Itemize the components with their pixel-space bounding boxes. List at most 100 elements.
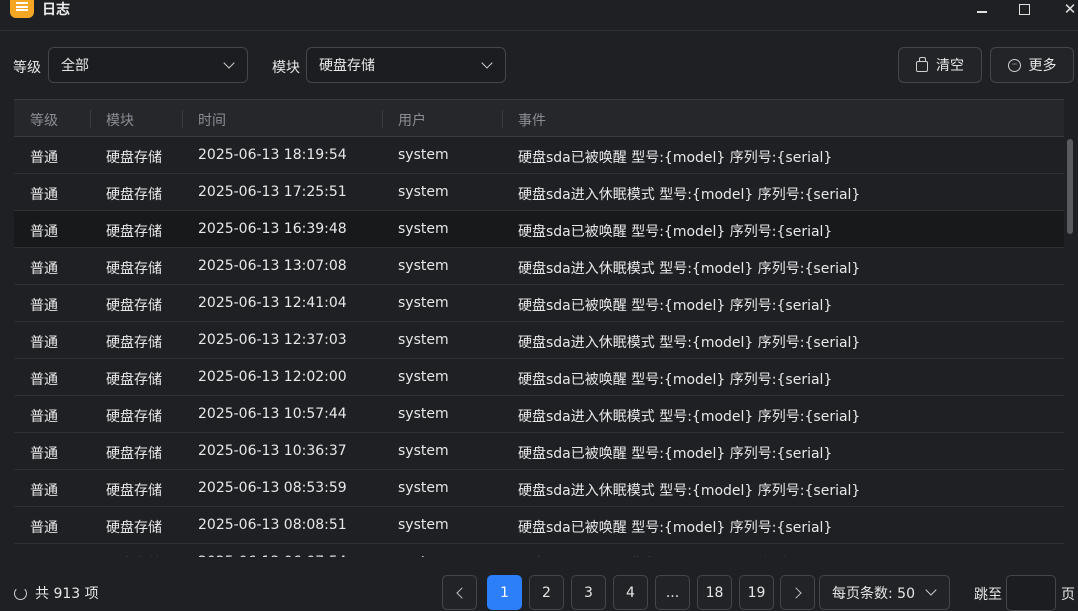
cell-user: system — [398, 184, 449, 200]
cell-module: 硬盘存储 — [106, 483, 162, 499]
column-divider — [90, 110, 91, 128]
page-size-value: 每页条数: 50 — [832, 585, 915, 602]
cell-user: system — [398, 295, 449, 311]
total-count: 共 913 项 — [14, 583, 99, 603]
page-size-select[interactable]: 每页条数: 50 — [819, 575, 950, 610]
column-header-event[interactable]: 事件 — [518, 110, 546, 130]
level-filter-select[interactable]: 全部 — [48, 47, 248, 83]
cell-time: 2025-06-13 08:53:59 — [198, 480, 347, 496]
more-button[interactable]: ··· 更多 — [990, 47, 1074, 83]
title-bar: 日志 ✕ — [0, 0, 1078, 18]
cell-user: system — [398, 258, 449, 274]
cell-level: 普通 — [30, 520, 58, 536]
table-row[interactable]: 普通 硬盘存储 2025-06-13 18:19:54 system 硬盘sda已被唤醒… — [14, 137, 1064, 174]
cell-event: 硬盘sda已被唤醒 型号:{model} 序列号:{serial} — [518, 150, 833, 166]
cell-time: 2025-06-13 12:02:00 — [198, 369, 347, 385]
cell-user: system — [398, 480, 449, 496]
cell-level: 普通 — [30, 261, 58, 277]
clear-button-label: 清空 — [936, 58, 964, 74]
cell-level: 普通 — [30, 150, 58, 166]
cell-user: system — [398, 332, 449, 348]
page-button-19[interactable]: 19 — [739, 575, 774, 610]
chevron-left-icon — [455, 586, 468, 599]
page-ellipsis[interactable]: ... — [655, 575, 690, 610]
table-row[interactable]: 普通 硬盘存储 2025-06-13 12:41:04 system 硬盘sda已被唤醒… — [14, 285, 1064, 322]
level-filter-label: 等级 — [13, 60, 41, 76]
cell-time: 2025-06-13 06:07:54 — [198, 554, 347, 557]
cell-user: system — [398, 147, 449, 163]
table-row[interactable]: 普通 硬盘存储 2025-06-13 10:57:44 system 硬盘sda进入休眠… — [14, 396, 1064, 433]
cell-level: 普通 — [30, 409, 58, 425]
table-row[interactable]: 普通 硬盘存储 2025-06-13 12:37:03 system 硬盘sda进入休眠… — [14, 322, 1064, 359]
table-row[interactable]: 普通 硬盘存储 2025-06-13 08:53:59 system 硬盘sda进入休眠… — [14, 470, 1064, 507]
cell-time: 2025-06-13 12:41:04 — [198, 295, 347, 311]
cell-module: 硬盘存储 — [106, 298, 162, 314]
cell-module: 硬盘存储 — [106, 520, 162, 536]
page-button-3[interactable]: 3 — [571, 575, 606, 610]
table-row[interactable]: 普通 硬盘存储 2025-06-13 06:07:54 system 硬盘sda进入休眠… — [14, 544, 1064, 557]
minimize-icon — [977, 11, 987, 13]
table-row[interactable]: 普通 硬盘存储 2025-06-13 12:02:00 system 硬盘sda已被唤醒… — [14, 359, 1064, 396]
cell-level: 普通 — [30, 483, 58, 499]
table-row[interactable]: 普通 硬盘存储 2025-06-13 13:07:08 system 硬盘sda进入休眠… — [14, 248, 1064, 285]
module-filter-label: 模块 — [272, 60, 300, 76]
table-header: 等级 模块 时间 用户 事件 — [14, 99, 1064, 137]
cell-module: 硬盘存储 — [106, 372, 162, 388]
scrollbar-thumb[interactable] — [1067, 139, 1073, 234]
maximize-icon — [1018, 3, 1030, 15]
cell-module: 硬盘存储 — [106, 150, 162, 166]
page-button-18[interactable]: 18 — [697, 575, 732, 610]
cell-time: 2025-06-13 10:57:44 — [198, 406, 347, 422]
clear-button[interactable]: 清空 — [898, 47, 982, 83]
maximize-button[interactable] — [1012, 0, 1036, 19]
cell-level: 普通 — [30, 335, 58, 351]
column-header-user[interactable]: 用户 — [398, 110, 426, 130]
cell-user: system — [398, 554, 449, 557]
table-row[interactable]: 普通 硬盘存储 2025-06-13 08:08:51 system 硬盘sda已被唤醒… — [14, 507, 1064, 544]
prev-page-button[interactable] — [442, 575, 477, 610]
chevron-down-icon — [223, 57, 235, 69]
table-row[interactable]: 普通 硬盘存储 2025-06-13 17:25:51 system 硬盘sda进入休眠… — [14, 174, 1064, 211]
titlebar-divider — [0, 30, 1078, 31]
column-divider — [382, 110, 383, 128]
cell-event: 硬盘sda进入休眠模式 型号:{model} 序列号:{serial} — [518, 409, 861, 425]
cell-event: 硬盘sda进入休眠模式 型号:{model} 序列号:{serial} — [518, 483, 861, 499]
cell-level: 普通 — [30, 554, 58, 557]
module-filter-select[interactable]: 硬盘存储 — [306, 47, 506, 83]
close-button[interactable]: ✕ — [1058, 0, 1078, 19]
cell-event: 硬盘sda已被唤醒 型号:{model} 序列号:{serial} — [518, 224, 833, 240]
page-button-4[interactable]: 4 — [613, 575, 648, 610]
module-filter-value: 硬盘存储 — [319, 58, 375, 74]
cell-time: 2025-06-13 08:08:51 — [198, 517, 347, 533]
column-header-time[interactable]: 时间 — [198, 110, 226, 130]
cell-event: 硬盘sda已被唤醒 型号:{model} 序列号:{serial} — [518, 372, 833, 388]
log-table: 等级 模块 时间 用户 事件 普通 硬盘存储 2025-06-13 18:19:54… — [14, 99, 1064, 557]
close-icon: ✕ — [1063, 0, 1077, 18]
cell-time: 2025-06-13 18:19:54 — [198, 147, 347, 163]
cell-user: system — [398, 517, 449, 533]
jump-to-page-input[interactable] — [1006, 575, 1056, 611]
page-button-2[interactable]: 2 — [529, 575, 564, 610]
cell-time: 2025-06-13 17:25:51 — [198, 184, 347, 200]
column-divider — [182, 110, 183, 128]
column-header-module[interactable]: 模块 — [106, 110, 134, 130]
cell-event: 硬盘sda已被唤醒 型号:{model} 序列号:{serial} — [518, 298, 833, 314]
cell-module: 硬盘存储 — [106, 187, 162, 203]
log-app-icon — [10, 0, 34, 18]
cell-level: 普通 — [30, 187, 58, 203]
minimize-button[interactable] — [970, 0, 994, 19]
cell-time: 2025-06-13 16:39:48 — [198, 221, 347, 237]
table-row[interactable]: 普通 硬盘存储 2025-06-13 10:36:37 system 硬盘sda已被唤醒… — [14, 433, 1064, 470]
next-page-button[interactable] — [780, 575, 815, 610]
page-button-1[interactable]: 1 — [487, 575, 522, 610]
cell-time: 2025-06-13 10:36:37 — [198, 443, 347, 459]
cell-level: 普通 — [30, 372, 58, 388]
cell-user: system — [398, 369, 449, 385]
column-divider — [502, 110, 503, 128]
column-header-level[interactable]: 等级 — [30, 110, 58, 130]
cell-module: 硬盘存储 — [106, 224, 162, 240]
table-row[interactable]: 普通 硬盘存储 2025-06-13 16:39:48 system 硬盘sda已被唤醒… — [14, 211, 1064, 248]
cell-level: 普通 — [30, 298, 58, 314]
refresh-icon[interactable] — [14, 586, 27, 600]
cell-event: 硬盘sda已被唤醒 型号:{model} 序列号:{serial} — [518, 446, 833, 462]
